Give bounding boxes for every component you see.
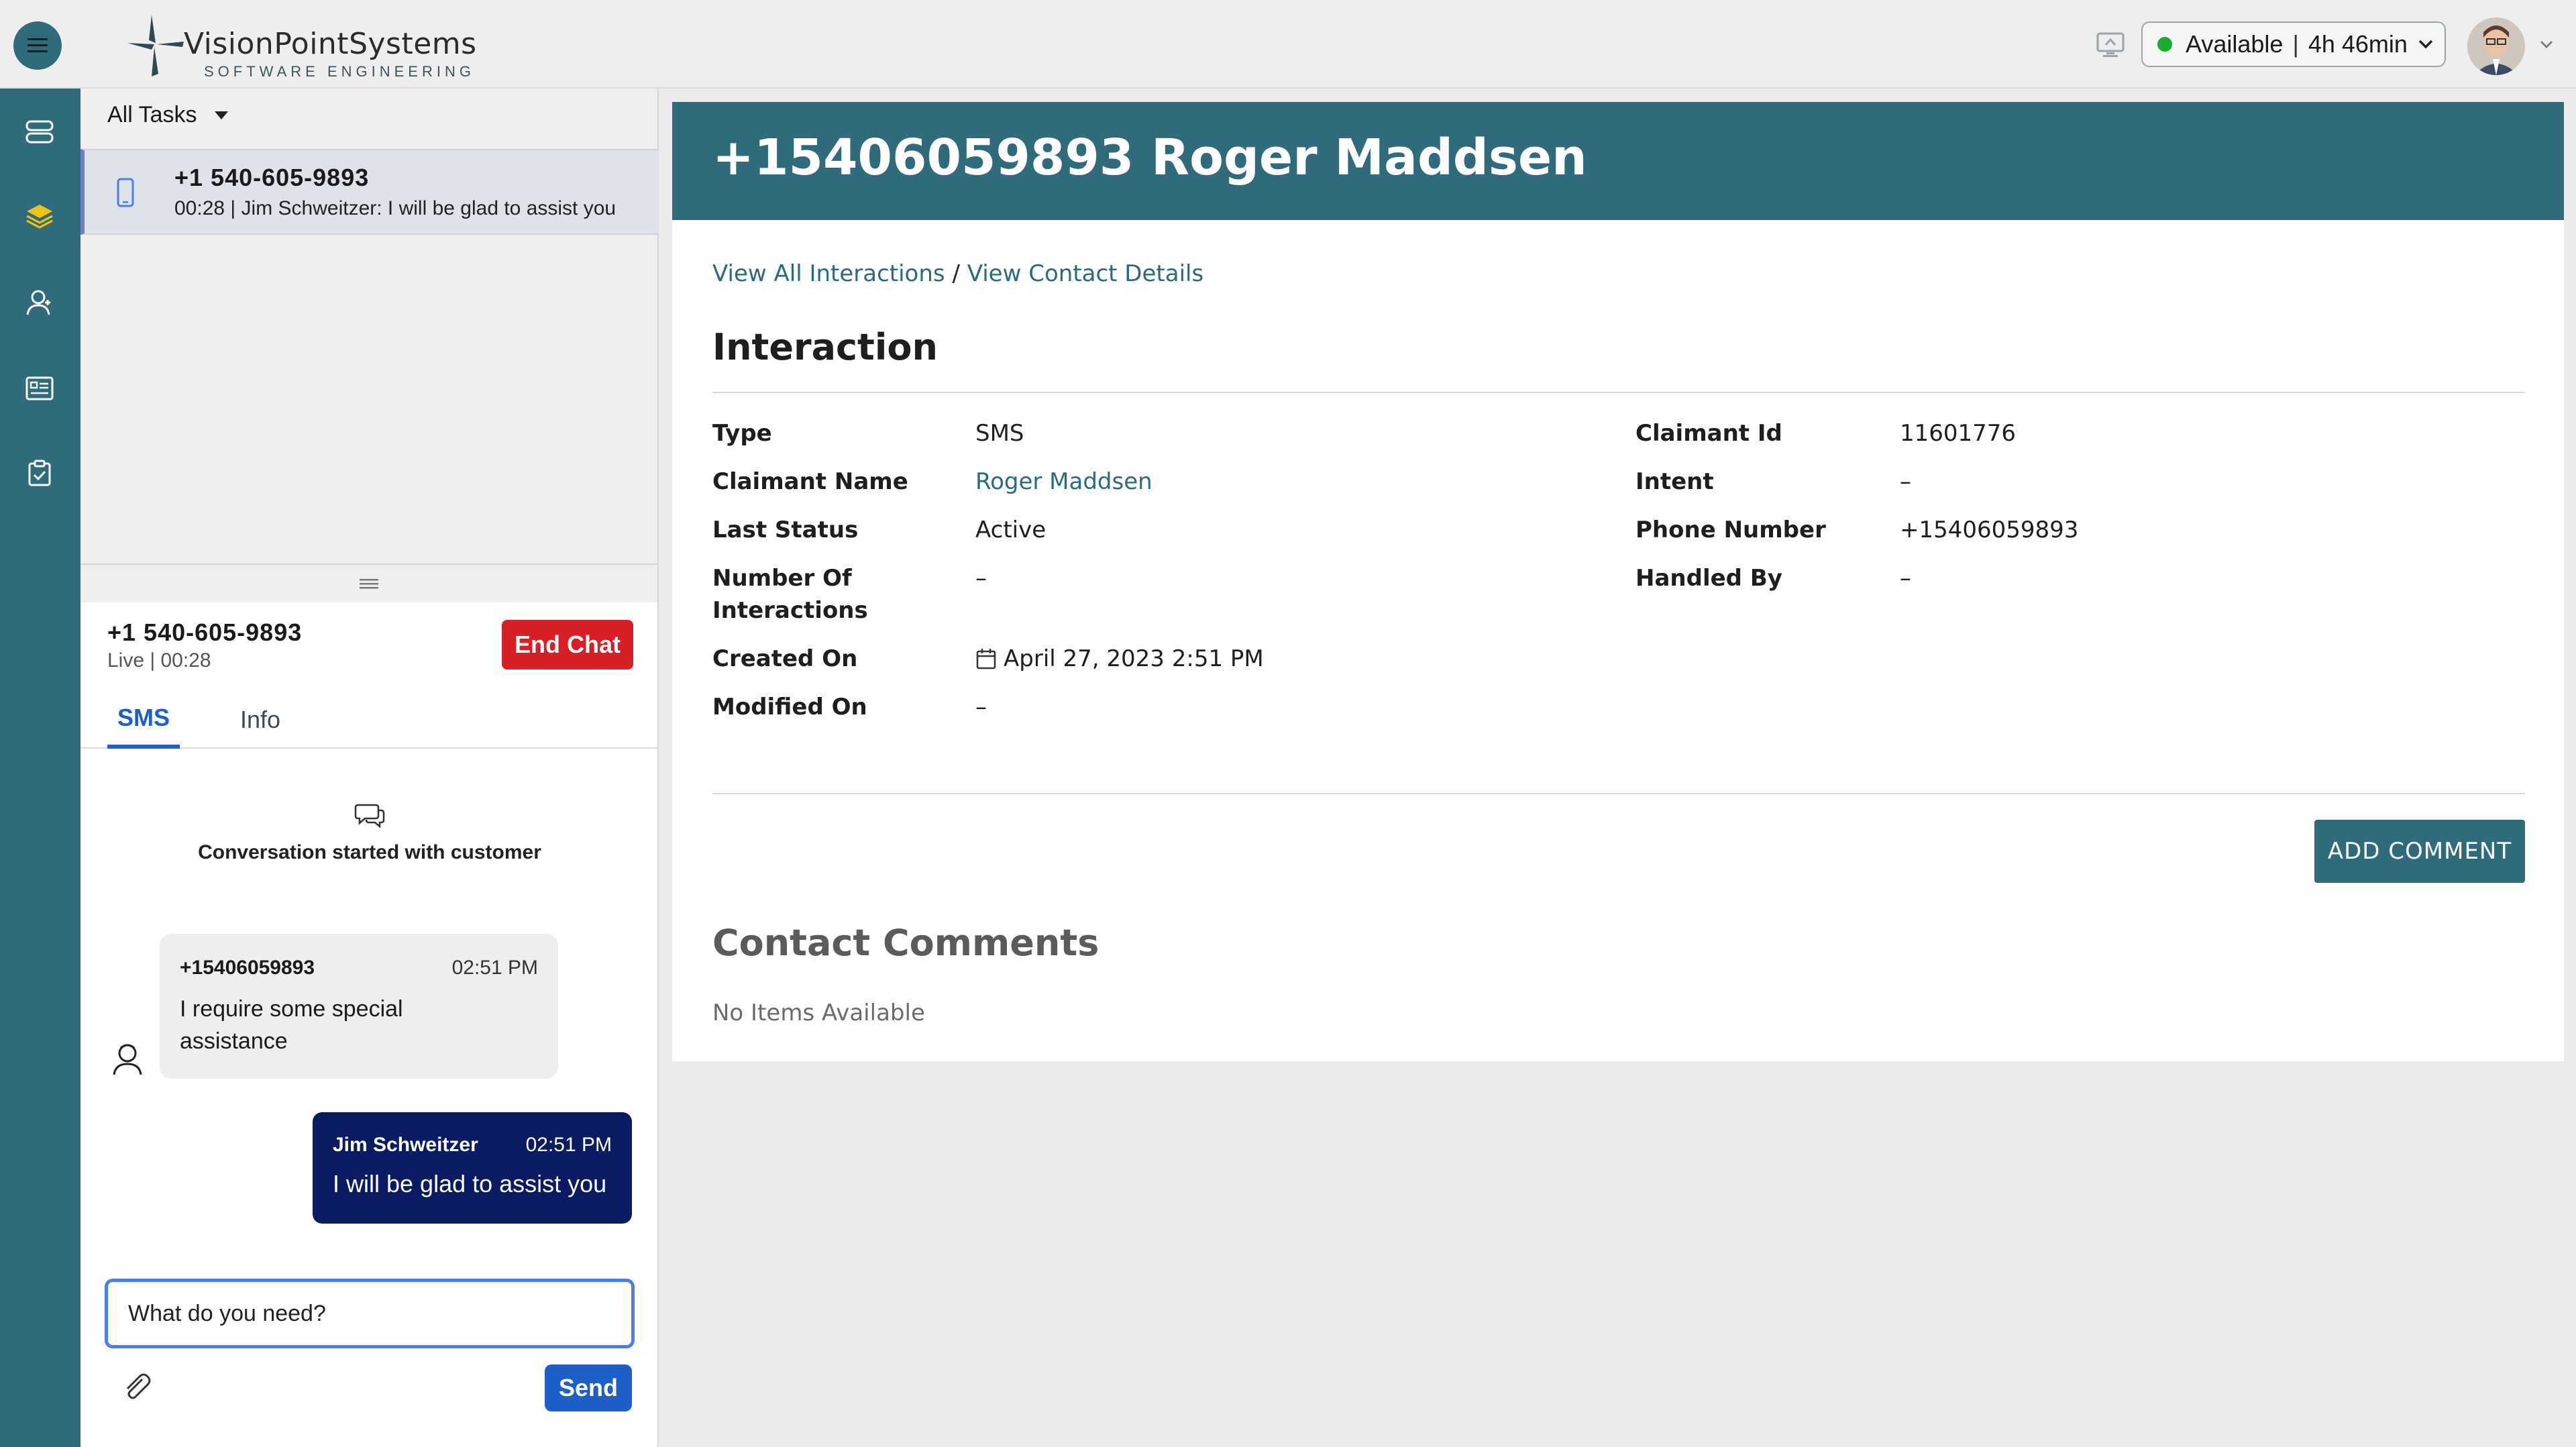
task-subtitle: 00:28 | Jim Schweitzer: I will be glad t… [174, 197, 616, 219]
task-panel: All Tasks +1 540-605-9893 00:28 | Jim Sc… [80, 89, 659, 564]
task-item[interactable]: +1 540-605-9893 00:28 | Jim Schweitzer: … [80, 149, 659, 235]
status-label: Available [2186, 30, 2284, 58]
field-value-phone-number: +15406059893 [1900, 517, 2079, 543]
chevron-down-icon [2418, 40, 2433, 49]
availability-dropdown[interactable]: Available | 4h 46min [2141, 21, 2446, 67]
task-filter-dropdown[interactable]: All Tasks [107, 102, 228, 128]
field-label-claimant-name: Claimant Name [712, 468, 908, 495]
servers-icon [25, 120, 54, 144]
status-timer: 4h 46min [2308, 30, 2408, 58]
message-time: 02:51 PM [451, 957, 538, 979]
calendar-icon [976, 649, 996, 669]
incoming-message: +15406059893 02:51 PM I require some spe… [160, 934, 558, 1079]
message-sender: Jim Schweitzer [333, 1134, 478, 1156]
paperclip-icon[interactable] [119, 1370, 154, 1405]
nav-item-contacts[interactable] [21, 284, 58, 321]
screen-share-icon[interactable] [2096, 31, 2125, 58]
nav-item-servers[interactable] [21, 114, 58, 150]
field-value-last-status: Active [975, 517, 1046, 543]
breadcrumb-separator: / [952, 260, 960, 287]
send-button[interactable]: Send [545, 1364, 632, 1411]
field-label-handled-by: Handled By [1635, 565, 1782, 592]
task-filter-label: All Tasks [107, 102, 197, 127]
contact-comments-title: Contact Comments [712, 922, 1099, 964]
page-title: +15406059893 Roger Maddsen [712, 129, 1587, 186]
field-label-number-of-interactions: Number Of Interactions [712, 565, 868, 624]
tab-info[interactable]: Info [220, 691, 301, 749]
interaction-detail-panel: +15406059893 Roger Maddsen View All Inte… [672, 102, 2564, 1061]
field-value-modified-on: – [975, 694, 987, 720]
outgoing-message: Jim Schweitzer 02:51 PM I will be glad t… [313, 1112, 632, 1224]
chat-panel: +1 540-605-9893 Live | 00:28 End Chat SM… [80, 602, 659, 1447]
tab-sms[interactable]: SMS [107, 691, 180, 749]
clipboard-check-icon [28, 460, 51, 486]
field-label-intent: Intent [1635, 468, 1714, 495]
field-value-claimant-id: 11601776 [1900, 420, 2017, 447]
chat-status: Live | 00:28 [107, 649, 211, 672]
end-chat-button[interactable]: End Chat [502, 620, 633, 669]
contacts-icon [26, 290, 50, 315]
view-all-interactions-link[interactable]: View All Interactions [712, 260, 945, 287]
field-label-phone-number: Phone Number [1635, 517, 1826, 543]
divider [712, 793, 2525, 794]
breadcrumb: View All Interactions / View Contact Det… [712, 260, 1203, 287]
field-value-intent: – [1900, 468, 1911, 495]
nav-item-layers[interactable] [21, 199, 58, 235]
status-dot [2157, 37, 2172, 52]
user-photo-icon [2467, 17, 2525, 75]
add-comment-button[interactable]: ADD COMMENT [2314, 820, 2525, 883]
profile-chevron-down-icon[interactable] [2537, 35, 2556, 54]
created-on-date: April 27, 2023 2:51 PM [1004, 645, 1264, 672]
message-time: 02:51 PM [525, 1134, 612, 1156]
no-items-text: No Items Available [712, 1000, 925, 1026]
logo-mark-icon [127, 15, 184, 76]
mobile-phone-icon [117, 178, 134, 207]
drag-handle-icon [360, 579, 378, 589]
layers-icon [26, 205, 53, 229]
field-label-created-on: Created On [712, 645, 858, 672]
message-text: I require some special assistance [180, 996, 403, 1054]
chat-message-input[interactable] [105, 1279, 635, 1348]
field-label-type: Type [712, 420, 772, 447]
interaction-section-title: Interaction [712, 326, 938, 368]
caret-down-icon [214, 111, 228, 119]
contact-header: +15406059893 Roger Maddsen [672, 102, 2564, 220]
field-label-last-status: Last Status [712, 517, 859, 543]
nav-item-id-card[interactable] [21, 370, 58, 407]
hamburger-icon [28, 38, 48, 52]
field-value-type: SMS [975, 420, 1024, 447]
conversation-icon [354, 804, 385, 828]
chat-phone-number: +1 540-605-9893 [107, 619, 303, 646]
conversation-started-text: Conversation started with customer [198, 841, 541, 863]
claimant-name-link[interactable]: Roger Maddsen [975, 466, 1152, 498]
divider [712, 392, 2525, 393]
customer-avatar-icon [113, 1044, 142, 1075]
panel-resize-handle[interactable] [80, 564, 659, 602]
view-contact-details-link[interactable]: View Contact Details [967, 260, 1203, 287]
top-bar: VisionPointSystems SOFTWARE ENGINEERING … [0, 0, 2576, 89]
nav-rail [0, 89, 80, 1447]
field-value-number-of-interactions: – [975, 565, 987, 592]
brand-tagline: SOFTWARE ENGINEERING [204, 63, 475, 80]
status-separator: | [2292, 30, 2299, 58]
brand-name-part3: Systems [349, 27, 477, 61]
brand-name: VisionPointSystems [184, 27, 477, 61]
nav-item-clipboard[interactable] [21, 455, 58, 491]
field-label-modified-on: Modified On [712, 694, 867, 720]
chat-tabs: SMS Info [80, 691, 659, 749]
message-sender: +15406059893 [180, 957, 315, 979]
user-avatar[interactable] [2467, 17, 2525, 75]
brand-name-part2: Point [274, 27, 350, 61]
id-card-icon [25, 376, 54, 400]
brand-name-part1: Vision [184, 27, 274, 61]
field-label-claimant-id: Claimant Id [1635, 420, 1782, 447]
field-value-handled-by: – [1900, 565, 1911, 592]
task-title: +1 540-605-9893 [174, 164, 370, 191]
field-value-created-on: April 27, 2023 2:51 PM [975, 643, 1264, 675]
menu-button[interactable] [13, 21, 62, 70]
message-text: I will be glad to assist you [333, 1170, 607, 1197]
